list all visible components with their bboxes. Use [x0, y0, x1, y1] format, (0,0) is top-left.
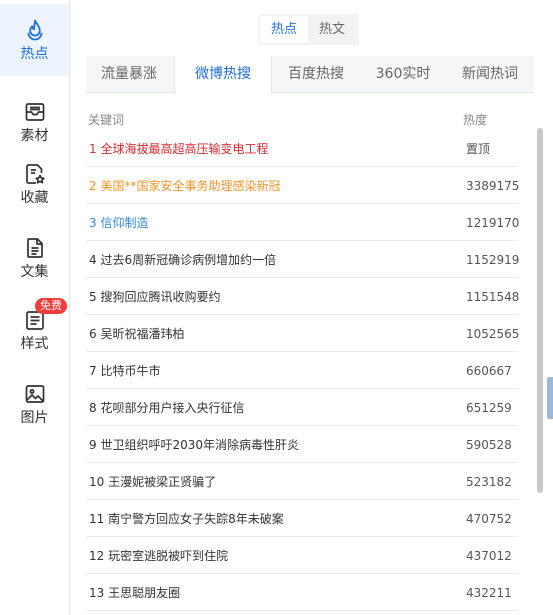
topic-keyword[interactable]: 8 花呗部分用户接入央行征信	[89, 389, 244, 427]
table-row[interactable]: 12 玩密室逃脱被吓到住院 437012	[86, 537, 518, 574]
topic-keyword[interactable]: 3 信仰制造	[89, 204, 148, 242]
topic-keyword[interactable]: 10 王漫妮被梁正贤骗了	[89, 463, 216, 501]
table-row[interactable]: 9 世卫组织呼吁2030年消除病毒性肝炎 590528	[86, 426, 518, 463]
topic-keyword[interactable]: 13 王思聪朋友圈	[89, 574, 180, 612]
sidebar-item-label: 样式	[20, 336, 49, 352]
sidebar-item-label: 图片	[20, 410, 49, 426]
tab-baidu-hot[interactable]: 百度热搜	[272, 56, 360, 93]
topic-heat: 1151548	[466, 290, 520, 304]
table-row[interactable]: 5 搜狗回应腾讯收购要约 1151548	[86, 278, 520, 316]
topic-heat: 1219170	[466, 216, 520, 230]
topic-keyword[interactable]: 1 全球海拔最高超高压输变电工程	[89, 130, 268, 168]
sidebar-item-collection[interactable]: 文集	[0, 222, 69, 294]
flame-icon	[27, 19, 42, 41]
topic-keyword[interactable]: 9 世卫组织呼吁2030年消除病毒性肝炎	[89, 426, 299, 464]
topic-heat: 470752	[466, 512, 512, 526]
table-row[interactable]: 11 南宁警方回应女子失踪8年未破案 470752	[86, 500, 518, 537]
table-row[interactable]: 8 花呗部分用户接入央行征信 651259	[86, 389, 518, 426]
topic-keyword[interactable]: 7 比特币牛市	[89, 352, 160, 390]
topic-heat: 置顶	[466, 142, 491, 156]
topic-heat: 1052565	[466, 327, 520, 341]
table-row[interactable]: 6 吴昕祝福潘玮柏 1052565	[86, 315, 520, 353]
tab-traffic-surge[interactable]: 流量暴涨	[86, 56, 172, 93]
table-row[interactable]: 10 王漫妮被梁正贤骗了 523182	[86, 463, 518, 500]
topic-keyword[interactable]: 2 美国**国家安全事务助理感染新冠	[89, 167, 280, 205]
topic-keyword[interactable]: 4 过去6周新冠确诊病例增加约一倍	[89, 241, 276, 279]
image-icon	[25, 385, 44, 403]
hot-topics-panel: 热点 素材 收藏 文集 样式 免费 图片 热点 热文 流量暴涨 微博热搜 百度热…	[0, 0, 553, 615]
table-header: 关键词 热度	[88, 111, 518, 129]
topic-heat: 651259	[466, 401, 512, 415]
tab-360-realtime[interactable]: 360实时	[360, 56, 446, 93]
column-header-heat: 热度	[463, 113, 488, 127]
source-tabs: 流量暴涨 微博热搜 百度热搜 360实时 新闻热词	[86, 56, 534, 94]
sidebar-item-label: 收藏	[20, 190, 49, 206]
mode-switch: 热点 热文	[258, 14, 359, 45]
topic-heat: 3389175	[466, 179, 520, 193]
hot-topic-list: 1 全球海拔最高超高压输变电工程 置顶 2 美国**国家安全事务助理感染新冠 3389…	[86, 130, 520, 611]
mode-hot-articles-button[interactable]: 热文	[308, 16, 356, 43]
tab-weibo-hot[interactable]: 微博热搜	[174, 56, 272, 94]
panel-resize-handle[interactable]	[547, 377, 553, 419]
topic-heat: 590528	[466, 438, 512, 452]
topic-heat: 432211	[466, 586, 512, 600]
topic-keyword[interactable]: 11 南宁警方回应女子失踪8年未破案	[89, 500, 284, 538]
topic-heat: 523182	[466, 475, 512, 489]
sidebar-item-label: 文集	[20, 264, 49, 280]
topic-heat: 660667	[466, 364, 512, 378]
table-row[interactable]: 1 全球海拔最高超高压输变电工程 置顶	[86, 130, 518, 167]
inbox-icon	[25, 103, 44, 121]
sidebar-item-images[interactable]: 图片	[0, 368, 69, 440]
sidebar-item-favorites[interactable]: 收藏	[0, 148, 69, 220]
bookmark-star-icon	[25, 164, 45, 184]
table-row[interactable]: 2 美国**国家安全事务助理感染新冠 3389175	[86, 167, 520, 205]
column-header-keyword: 关键词	[88, 113, 125, 127]
sidebar: 热点 素材 收藏 文集 样式 免费 图片	[0, 0, 70, 615]
sidebar-item-hotspot[interactable]: 热点	[0, 4, 69, 76]
table-row[interactable]: 4 过去6周新冠确诊病例增加约一倍 1152919	[86, 241, 520, 279]
table-row[interactable]: 13 王思聪朋友圈 432211	[86, 574, 518, 611]
mode-hotspot-button[interactable]: 热点	[260, 16, 308, 43]
sidebar-item-label: 热点	[20, 46, 49, 62]
topic-keyword[interactable]: 5 搜狗回应腾讯收购要约	[89, 278, 220, 316]
table-row[interactable]: 7 比特币牛市 660667	[86, 352, 518, 389]
topic-heat: 1152919	[466, 253, 520, 267]
document-icon	[26, 238, 43, 258]
free-badge: 免费	[35, 298, 67, 314]
scrollbar-thumb[interactable]	[537, 128, 543, 493]
topic-heat: 437012	[466, 549, 512, 563]
tab-news-hotwords[interactable]: 新闻热词	[446, 56, 534, 93]
table-row[interactable]: 3 信仰制造 1219170	[86, 204, 520, 242]
sidebar-item-label: 素材	[20, 128, 49, 144]
topic-keyword[interactable]: 12 玩密室逃脱被吓到住院	[89, 537, 228, 575]
topic-keyword[interactable]: 6 吴昕祝福潘玮柏	[89, 315, 184, 353]
